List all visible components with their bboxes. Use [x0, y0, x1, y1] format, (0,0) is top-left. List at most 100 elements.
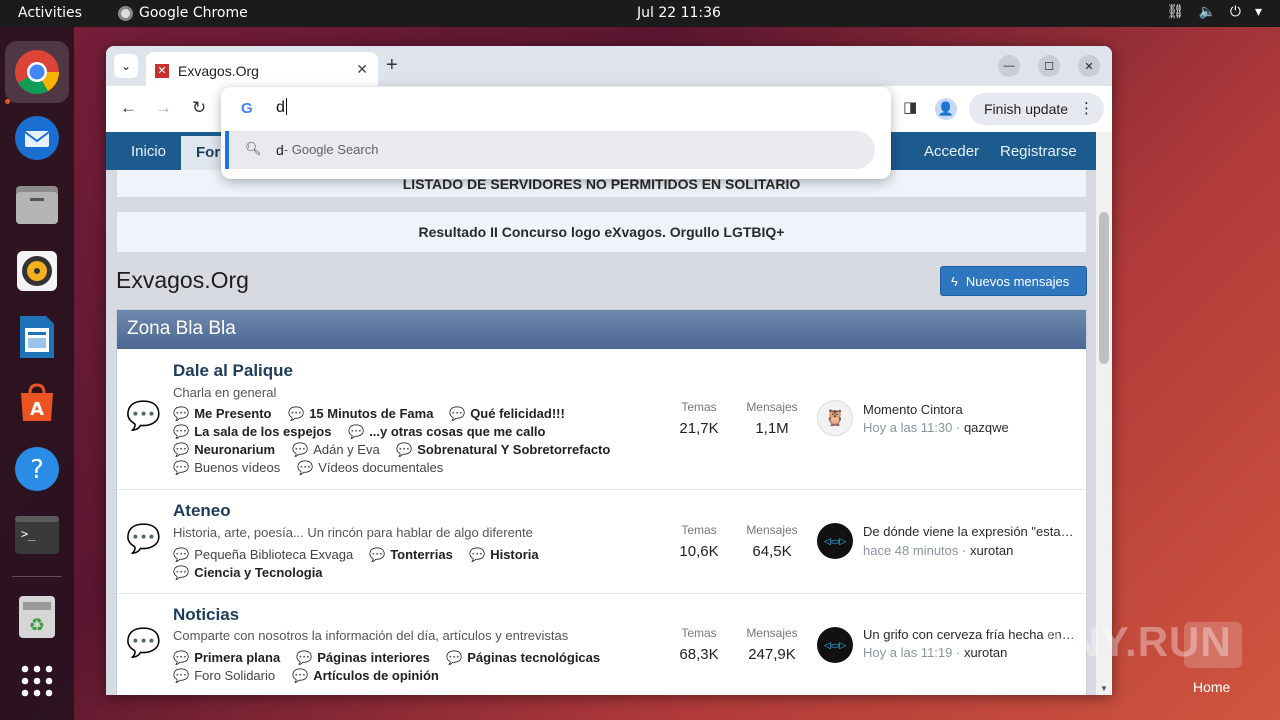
- reload-icon[interactable]: ↻: [192, 98, 206, 118]
- chat-icon: 💬: [173, 650, 190, 665]
- finish-update-label: Finish update: [984, 101, 1069, 117]
- subforum-link[interactable]: 💬 Neuronarium: [173, 442, 275, 458]
- scroll-down-icon[interactable]: ▼: [1100, 684, 1108, 693]
- subforum-link[interactable]: 💬 Adán y Eva: [292, 442, 380, 458]
- new-messages-label: Nuevos mensajes: [965, 273, 1070, 289]
- dock-writer[interactable]: [13, 313, 61, 361]
- activities-button[interactable]: Activities: [18, 5, 82, 21]
- chat-icon: 💬: [469, 547, 486, 562]
- subforum-link[interactable]: 💬 Primera plana: [173, 650, 280, 666]
- side-panel-icon[interactable]: ◨: [903, 98, 917, 116]
- subforum-link[interactable]: 💬 La sala de los espejos: [173, 424, 331, 440]
- chat-icon: 💬: [348, 424, 365, 439]
- clock[interactable]: Jul 22 11:36: [637, 5, 721, 21]
- dock-thunderbird[interactable]: [13, 114, 61, 162]
- finish-update-button[interactable]: Finish update ⋮: [969, 93, 1104, 125]
- writer-icon: [20, 316, 54, 358]
- subforum-link[interactable]: 💬 Ciencia y Tecnologia: [173, 565, 323, 581]
- close-tab-icon[interactable]: ✕: [356, 61, 368, 78]
- menu-arrow-icon: ▾: [1254, 4, 1262, 20]
- chrome-icon: [15, 50, 59, 94]
- subforum-link[interactable]: 💬 Historia: [469, 547, 539, 563]
- nav-acceder[interactable]: Acceder: [924, 143, 979, 160]
- chat-icon: 💬: [173, 547, 190, 562]
- node-title[interactable]: Ateneo: [173, 501, 231, 521]
- chat-icon: 💬: [173, 565, 190, 580]
- page-scrollbar[interactable]: ▼: [1096, 132, 1112, 695]
- dock-terminal[interactable]: >_: [13, 511, 61, 559]
- chat-icon: 💬: [446, 650, 463, 665]
- subforum-link[interactable]: 💬 Me Presento: [173, 406, 272, 422]
- maximize-button[interactable]: ☐: [1038, 55, 1060, 77]
- dock-app-center[interactable]: A: [13, 379, 61, 427]
- node-description: Historia, arte, poesía... Un rincón para…: [173, 525, 533, 540]
- subforum-link[interactable]: 💬 Vídeos documentales: [297, 460, 443, 476]
- forum-title: Exvagos.Org: [116, 267, 249, 293]
- subforum-link[interactable]: 💬 Pequeña Biblioteca Exvaga: [173, 547, 353, 563]
- subforum-link[interactable]: 💬 15 Minutos de Fama: [288, 406, 433, 422]
- forward-icon[interactable]: →: [155, 98, 172, 118]
- subforum-link[interactable]: 💬 Buenos vídeos: [173, 460, 280, 476]
- svg-text:♻: ♻: [29, 615, 45, 636]
- chat-bubbles-icon: 💬: [126, 627, 161, 658]
- nav-inicio[interactable]: Inicio: [131, 143, 166, 160]
- node-description: Charla en general: [173, 385, 277, 400]
- subforum-link[interactable]: 💬 ...y otras cosas que me callo: [348, 424, 546, 440]
- new-tab-icon[interactable]: +: [386, 54, 398, 77]
- help-icon: ?: [15, 447, 59, 491]
- back-icon[interactable]: ←: [120, 98, 137, 118]
- kebab-menu-icon[interactable]: ⋮: [1079, 99, 1094, 117]
- dock-apps-grid[interactable]: [13, 657, 61, 705]
- minimize-button[interactable]: —: [998, 55, 1020, 77]
- app-center-icon: A: [21, 383, 53, 421]
- dock-help[interactable]: ?: [13, 445, 61, 493]
- dock-rhythmbox[interactable]: [13, 247, 61, 295]
- scrollbar-thumb[interactable]: [1099, 212, 1109, 364]
- tab-exvagos[interactable]: ✕ Exvagos.Org ✕: [146, 52, 378, 86]
- subforum-link[interactable]: 💬 Páginas interiores: [296, 650, 430, 666]
- last-post-user[interactable]: xurotan: [970, 543, 1013, 558]
- subforum-link[interactable]: 💬 Foro Solidario: [173, 668, 275, 684]
- last-post-title[interactable]: De dónde viene la expresión "esta…: [863, 524, 1078, 539]
- subforum-link[interactable]: 💬 Artículos de opinión: [292, 668, 439, 684]
- system-tray[interactable]: ⛓ 🔈 ⏻ ▾: [1167, 4, 1262, 20]
- home-folder[interactable]: Home: [1184, 622, 1242, 708]
- avatar[interactable]: ◁▭▷: [817, 627, 853, 663]
- search-suggestion[interactable]: 🔍︎ d - Google Search: [225, 131, 875, 169]
- nav-foros-label: For: [196, 144, 221, 161]
- minimize-icon: —: [1003, 60, 1015, 72]
- avatar[interactable]: 🦉: [817, 400, 853, 436]
- category-title[interactable]: Zona Bla Bla: [117, 310, 1086, 349]
- last-post-user[interactable]: xurotan: [964, 645, 1007, 660]
- address-bar-input[interactable]: d: [276, 98, 287, 117]
- subforum-link[interactable]: 💬 Sobrenatural Y Sobretorrefacto: [396, 442, 610, 458]
- exvagos-favicon-icon: ✕: [155, 64, 169, 78]
- search-icon: 🔍︎: [245, 141, 262, 156]
- subforum-link[interactable]: 💬 Páginas tecnológicas: [446, 650, 600, 666]
- app-menu[interactable]: Google Chrome: [118, 5, 248, 21]
- subforum-link[interactable]: 💬 Tonterrias: [369, 547, 453, 563]
- node-title[interactable]: Dale al Palique: [173, 361, 293, 381]
- svg-text:>_: >_: [21, 527, 36, 541]
- tab-search-button[interactable]: ⌄: [114, 54, 138, 78]
- dock-chrome[interactable]: [5, 41, 69, 103]
- svg-text:A: A: [30, 399, 44, 420]
- close-window-button[interactable]: ✕: [1078, 55, 1100, 77]
- forum-node: 💬 Dale al Palique Charla en general 💬 Me …: [117, 349, 1086, 489]
- tab-strip: ⌄ ✕ Exvagos.Org ✕ + — ☐ ✕: [106, 46, 1112, 86]
- chat-icon: 💬: [173, 424, 190, 439]
- profile-icon[interactable]: 👤: [935, 98, 957, 120]
- last-post-title[interactable]: Momento Cintora: [863, 402, 1078, 417]
- subforum-link[interactable]: 💬 Qué felicidad!!!: [449, 406, 565, 422]
- dock-trash[interactable]: ♻: [13, 593, 61, 641]
- network-icon: ⛓: [1166, 4, 1185, 20]
- last-post-user[interactable]: qazqwe: [964, 420, 1009, 435]
- dock-files[interactable]: [13, 181, 61, 229]
- node-title[interactable]: Noticias: [173, 605, 239, 625]
- new-messages-button[interactable]: ϟ Nuevos mensajes: [940, 266, 1087, 296]
- nav-registrarse[interactable]: Registrarse: [1000, 143, 1077, 160]
- notice-banner[interactable]: Resultado II Concurso logo eXvagos. Orgu…: [116, 211, 1087, 253]
- avatar[interactable]: ◁▭▷: [817, 523, 853, 559]
- maximize-icon: ☐: [1044, 60, 1054, 73]
- close-icon: ✕: [1084, 60, 1094, 73]
